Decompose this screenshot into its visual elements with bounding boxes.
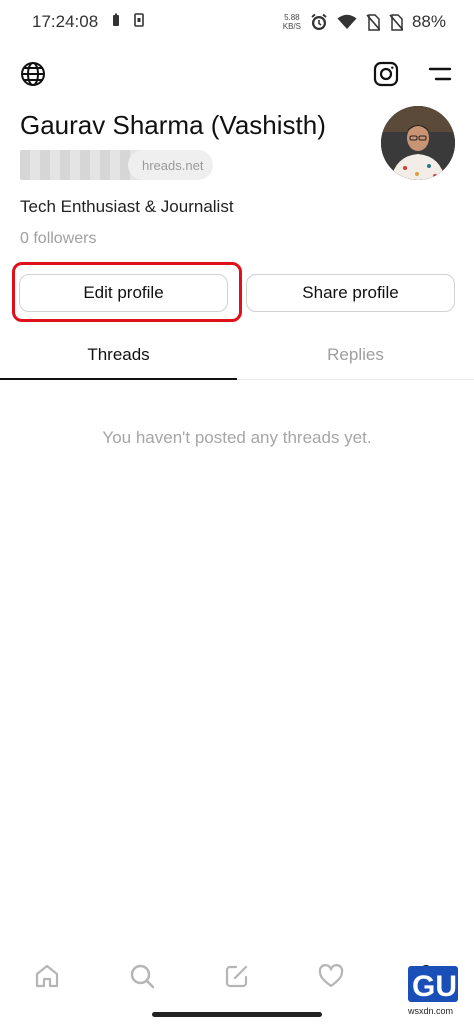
globe-icon[interactable] — [17, 58, 49, 90]
svg-text:GU: GU — [412, 970, 457, 1003]
share-profile-button[interactable]: Share profile — [246, 274, 455, 312]
menu-icon[interactable] — [424, 58, 456, 90]
avatar[interactable] — [381, 106, 455, 180]
profile-tabs: Threads Replies — [0, 330, 474, 380]
wifi-icon — [337, 14, 357, 30]
device-icon — [134, 12, 144, 32]
compose-icon[interactable] — [219, 958, 255, 994]
battery-saver-icon — [112, 12, 120, 32]
alarm-icon — [310, 13, 328, 31]
watermark-text: wsxdn.com — [408, 1006, 454, 1016]
empty-threads-message: You haven't posted any threads yet. — [102, 428, 372, 447]
top-bar — [0, 58, 474, 94]
tab-threads[interactable]: Threads — [0, 330, 237, 380]
net-speed: 5.88 KB/S — [283, 13, 301, 31]
net-speed-unit: KB/S — [282, 22, 301, 31]
no-sim-icon — [366, 13, 380, 31]
no-sim-icon — [389, 13, 403, 31]
tab-replies[interactable]: Replies — [237, 330, 474, 380]
profile-handle: hreads.net — [20, 150, 214, 180]
status-time: 17:24:08 — [32, 12, 99, 31]
home-icon[interactable] — [29, 958, 65, 994]
profile-bio: Tech Enthusiast & Journalist — [20, 197, 234, 216]
net-speed-value: 5.88 — [284, 13, 300, 22]
edit-profile-highlight — [12, 262, 242, 322]
search-icon[interactable] — [124, 958, 160, 994]
active-tab-indicator — [0, 378, 237, 380]
heart-icon[interactable] — [313, 958, 349, 994]
threads-domain-pill[interactable]: hreads.net — [128, 150, 214, 180]
status-bar: 17:24:08 5.88 KB/S 88% — [0, 0, 474, 44]
followers-count[interactable]: 0 followers — [20, 230, 96, 248]
handle-redacted-block — [20, 150, 142, 180]
bottom-nav — [0, 948, 474, 1004]
battery-percent: 88% — [411, 12, 446, 31]
profile-name: Gaurav Sharma (Vashisth) — [20, 110, 326, 140]
instagram-icon[interactable] — [370, 58, 402, 90]
gesture-bar[interactable] — [152, 1012, 322, 1017]
